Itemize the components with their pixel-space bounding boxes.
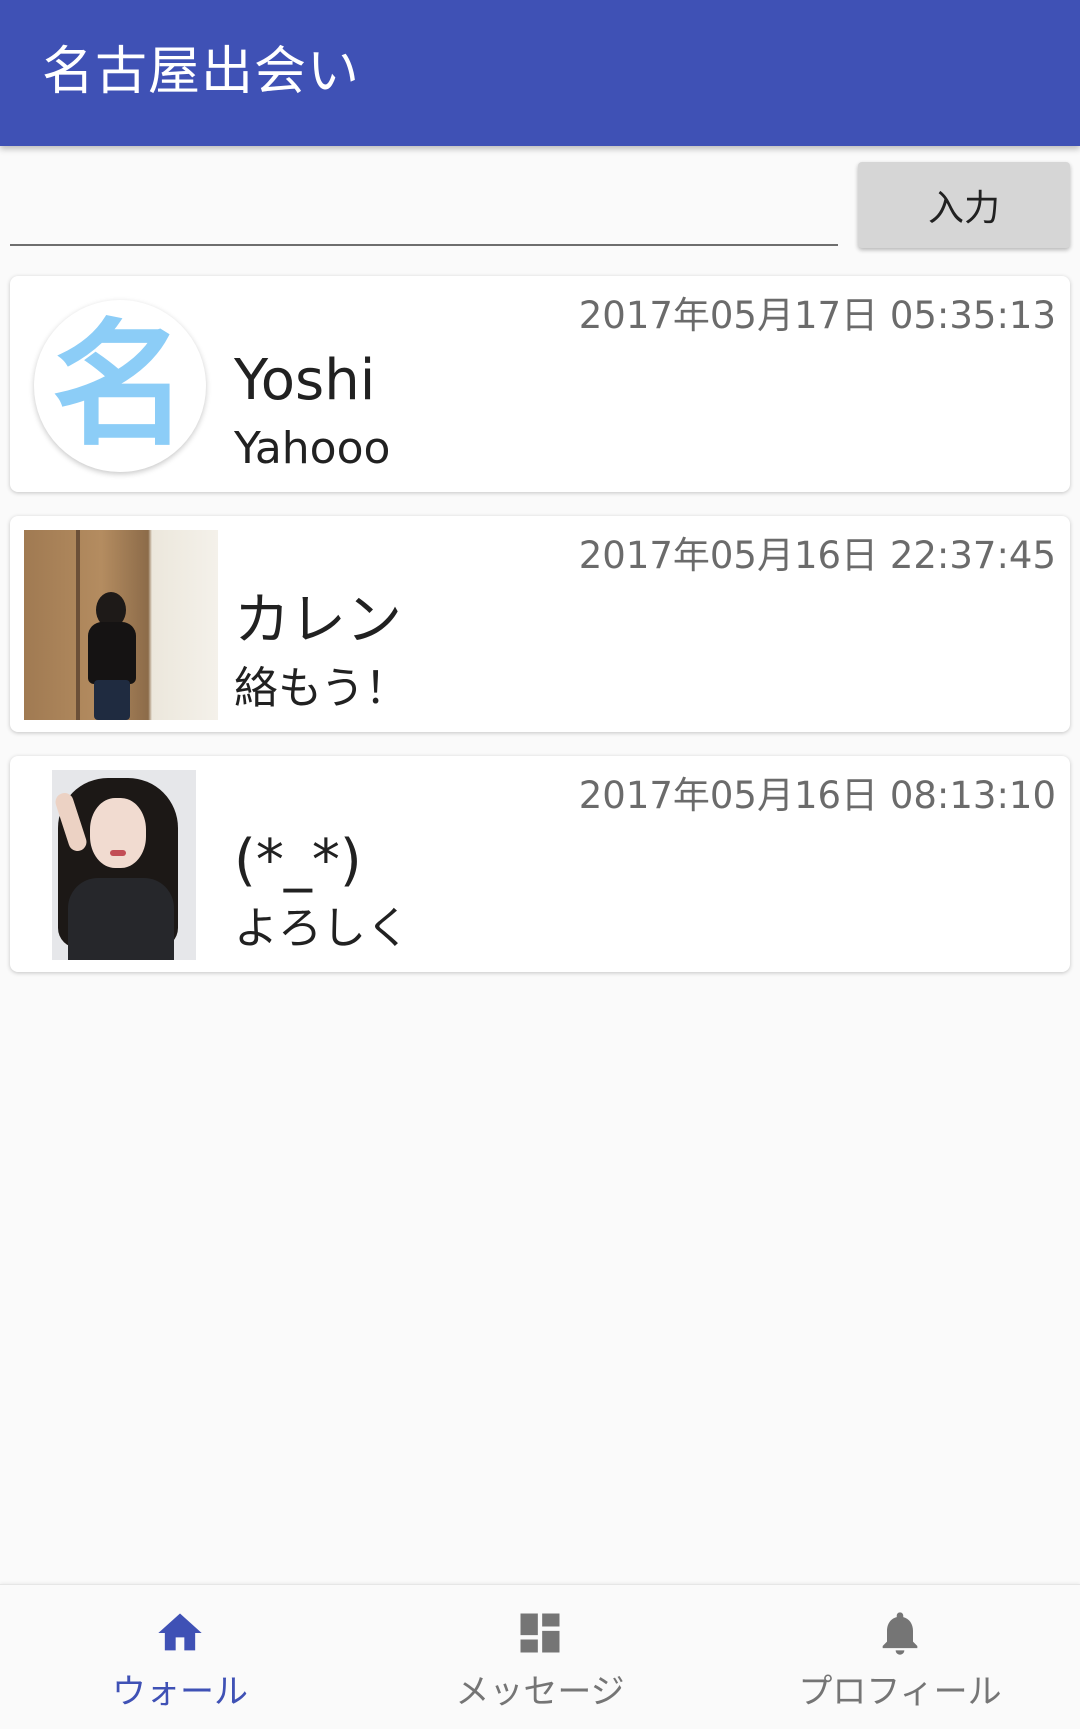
post-card[interactable]: 名 2017年05月17日 05:35:13 Yoshi Yahooo — [10, 276, 1070, 492]
bell-icon — [882, 1612, 918, 1655]
dashboard-icon — [520, 1613, 560, 1653]
bottom-navigation: ウォール メッセージ プロフィール — [0, 1584, 1080, 1729]
app-bar: 名古屋出会い — [0, 0, 1080, 146]
avatar[interactable]: 名 — [34, 300, 206, 472]
app-title: 名古屋出会い — [42, 42, 361, 102]
post-card[interactable]: 2017年05月16日 22:37:45 カレン 絡もう！ — [10, 516, 1070, 732]
photo-detail — [110, 850, 126, 856]
post-author: (*_*) — [234, 828, 362, 893]
post-author: カレン — [234, 588, 402, 653]
post-message: よろしく — [234, 903, 410, 954]
home-icon — [158, 1613, 202, 1651]
post-message: 絡もう！ — [234, 663, 409, 714]
post-timestamp: 2017年05月16日 22:37:45 — [578, 534, 1056, 577]
nav-item-wall[interactable]: ウォール — [0, 1585, 360, 1729]
photo-detail — [68, 878, 174, 960]
submit-button[interactable]: 入力 — [858, 162, 1070, 248]
post-timestamp: 2017年05月17日 05:35:13 — [578, 294, 1056, 337]
nav-label: プロフィール — [798, 1672, 1002, 1712]
post-timestamp: 2017年05月16日 08:13:10 — [578, 774, 1056, 817]
post-message: Yahooo — [234, 423, 391, 474]
nav-item-profile[interactable]: プロフィール — [720, 1585, 1080, 1729]
photo-detail — [90, 798, 146, 868]
post-input[interactable] — [10, 186, 838, 246]
avatar-letter: 名 — [52, 307, 188, 465]
photo-detail — [76, 530, 80, 720]
nav-label: ウォール — [112, 1672, 248, 1712]
nav-label: メッセージ — [455, 1672, 625, 1712]
photo-detail — [88, 622, 136, 684]
compose-row: 入力 — [0, 146, 1080, 262]
avatar[interactable] — [52, 770, 196, 960]
avatar[interactable] — [24, 530, 218, 720]
photo-detail — [94, 680, 130, 720]
post-author: Yoshi — [234, 348, 376, 413]
post-card[interactable]: 2017年05月16日 08:13:10 (*_*) よろしく — [10, 756, 1070, 972]
nav-item-messages[interactable]: メッセージ — [360, 1585, 720, 1729]
